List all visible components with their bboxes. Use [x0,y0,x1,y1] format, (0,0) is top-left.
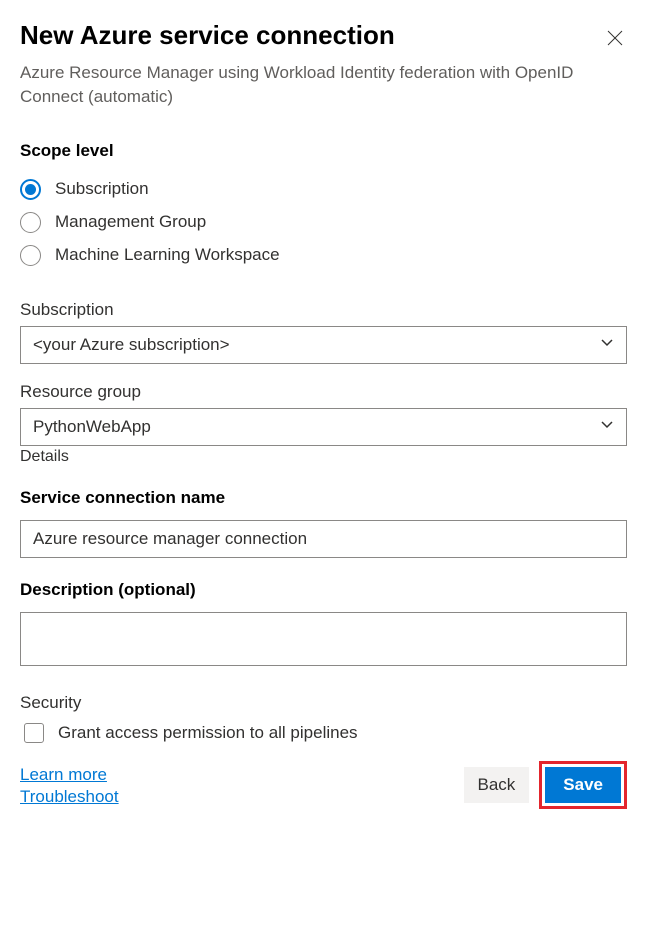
back-button[interactable]: Back [464,767,530,803]
resource-group-label: Resource group [20,382,627,402]
chevron-down-icon [600,417,614,436]
grant-access-checkbox[interactable] [24,723,44,743]
close-button[interactable] [603,26,627,55]
description-label: Description (optional) [20,580,627,600]
save-button[interactable]: Save [545,767,621,803]
subscription-value: <your Azure subscription> [33,335,600,355]
save-button-highlight: Save [539,761,627,809]
chevron-down-icon [600,335,614,354]
grant-access-label: Grant access permission to all pipelines [58,723,358,743]
service-connection-label: Service connection name [20,488,627,508]
troubleshoot-link[interactable]: Troubleshoot [20,787,119,807]
subscription-select[interactable]: <your Azure subscription> [20,326,627,364]
security-label: Security [20,693,627,713]
radio-label: Machine Learning Workspace [55,245,280,265]
radio-icon [20,245,41,266]
page-subtitle: Azure Resource Manager using Workload Id… [20,61,580,109]
resource-group-value: PythonWebApp [33,417,600,437]
radio-icon [20,212,41,233]
radio-icon [20,179,41,200]
resource-group-select[interactable]: PythonWebApp [20,408,627,446]
learn-more-link[interactable]: Learn more [20,765,119,785]
radio-label: Subscription [55,179,149,199]
scope-radio-subscription[interactable]: Subscription [20,173,627,206]
service-connection-input[interactable] [20,520,627,558]
subscription-label: Subscription [20,300,627,320]
scope-level-label: Scope level [20,141,627,161]
scope-radio-ml-workspace[interactable]: Machine Learning Workspace [20,239,627,272]
scope-radio-management-group[interactable]: Management Group [20,206,627,239]
page-title: New Azure service connection [20,20,395,51]
details-helper: Details [20,448,627,466]
description-textarea[interactable] [20,612,627,666]
radio-label: Management Group [55,212,206,232]
scope-radio-group: Subscription Management Group Machine Le… [20,173,627,272]
close-icon [607,33,623,50]
